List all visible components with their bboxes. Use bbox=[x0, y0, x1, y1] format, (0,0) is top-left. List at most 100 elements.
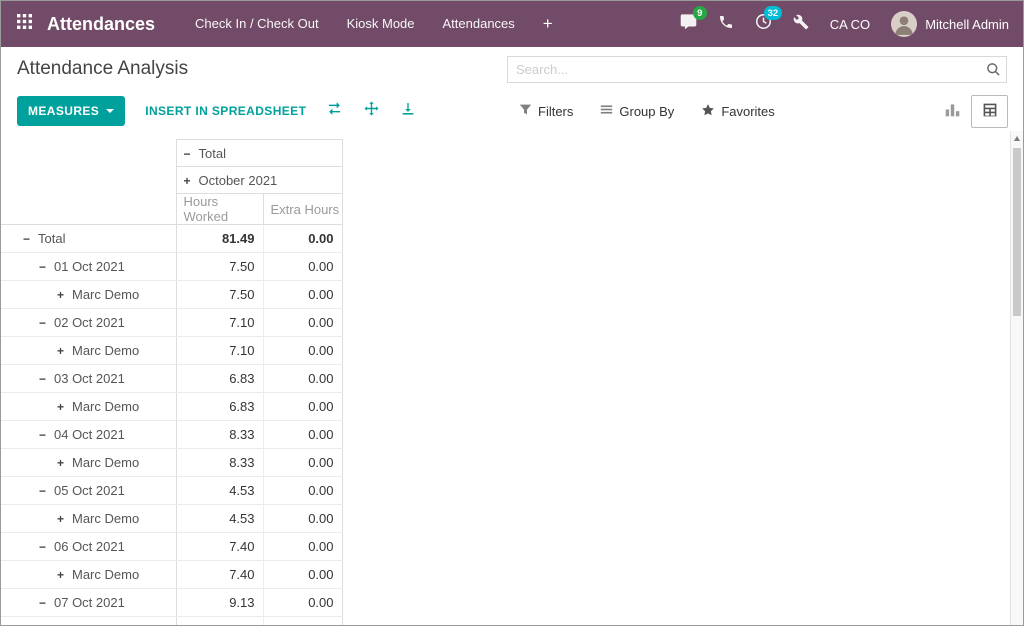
menu-check-in-out[interactable]: Check In / Check Out bbox=[181, 1, 333, 47]
cell-extra-hours[interactable]: 0.00 bbox=[263, 337, 342, 365]
fold-toggle-icon[interactable]: − bbox=[39, 316, 54, 330]
table-row[interactable]: −02 Oct 2021 7.10 0.00 bbox=[1, 309, 342, 337]
row-header[interactable]: −06 Oct 2021 bbox=[1, 533, 176, 561]
cell-hours-worked[interactable]: 7.10 bbox=[176, 309, 263, 337]
flip-axis-button[interactable] bbox=[326, 100, 343, 122]
row-header[interactable]: −05 Oct 2021 bbox=[1, 477, 176, 505]
cell-hours-worked[interactable]: 6.83 bbox=[176, 365, 263, 393]
debug-tools-button[interactable] bbox=[793, 14, 809, 35]
messages-button[interactable]: 9 bbox=[680, 13, 697, 35]
favorites-menu[interactable]: Favorites bbox=[701, 103, 774, 120]
fold-toggle-icon[interactable]: − bbox=[39, 596, 54, 610]
cell-extra-hours[interactable]: 0.00 bbox=[263, 253, 342, 281]
expand-all-button[interactable] bbox=[363, 100, 380, 122]
fold-toggle-icon[interactable]: + bbox=[57, 568, 72, 582]
cell-hours-worked[interactable]: 7.10 bbox=[176, 337, 263, 365]
cell-extra-hours[interactable]: 0.00 bbox=[263, 477, 342, 505]
column-total-header[interactable]: −Total bbox=[176, 140, 342, 167]
cell-hours-worked[interactable]: 7.40 bbox=[176, 561, 263, 589]
fold-toggle-icon[interactable]: − bbox=[23, 232, 38, 246]
fold-toggle-icon[interactable]: − bbox=[39, 540, 54, 554]
cell-hours-worked[interactable]: 8.33 bbox=[176, 421, 263, 449]
cell-extra-hours[interactable]: 0.00 bbox=[263, 281, 342, 309]
row-header[interactable]: +Marc Demo bbox=[1, 337, 176, 365]
menu-plus-button[interactable]: + bbox=[529, 1, 567, 47]
scrollbar-thumb[interactable] bbox=[1013, 148, 1021, 316]
row-header[interactable]: −07 Oct 2021 bbox=[1, 589, 176, 617]
fold-toggle-icon[interactable]: + bbox=[57, 512, 72, 526]
fold-toggle-icon[interactable]: − bbox=[39, 428, 54, 442]
measures-button[interactable]: MEASURES bbox=[17, 96, 125, 126]
row-header[interactable]: −Total bbox=[1, 225, 176, 253]
pivot-view-button[interactable] bbox=[971, 95, 1008, 128]
fold-plus-icon[interactable]: + bbox=[184, 174, 199, 188]
column-month-header[interactable]: +October 2021 bbox=[176, 167, 342, 194]
company-switcher[interactable]: CA CO bbox=[830, 17, 870, 32]
table-row[interactable]: −Total 81.49 0.00 bbox=[1, 225, 342, 253]
cell-extra-hours[interactable]: 0.00 bbox=[263, 225, 342, 253]
cell-hours-worked[interactable]: 6.83 bbox=[176, 393, 263, 421]
table-row[interactable]: −04 Oct 2021 8.33 0.00 bbox=[1, 421, 342, 449]
table-row[interactable]: +Marc Demo 6.83 0.00 bbox=[1, 393, 342, 421]
table-row[interactable]: +Marc Demo 7.40 0.00 bbox=[1, 561, 342, 589]
cell-hours-worked[interactable]: 9.13 bbox=[176, 617, 263, 626]
table-row[interactable]: −06 Oct 2021 7.40 0.00 bbox=[1, 533, 342, 561]
cell-hours-worked[interactable]: 8.33 bbox=[176, 449, 263, 477]
graph-view-button[interactable] bbox=[934, 95, 971, 128]
row-header[interactable]: −03 Oct 2021 bbox=[1, 365, 176, 393]
table-row[interactable]: +Marc Demo 7.50 0.00 bbox=[1, 281, 342, 309]
fold-toggle-icon[interactable]: − bbox=[39, 372, 54, 386]
menu-kiosk-mode[interactable]: Kiosk Mode bbox=[333, 1, 429, 47]
cell-extra-hours[interactable]: 0.00 bbox=[263, 449, 342, 477]
table-row[interactable]: −03 Oct 2021 6.83 0.00 bbox=[1, 365, 342, 393]
scroll-up-button[interactable] bbox=[1011, 131, 1023, 146]
app-title[interactable]: Attendances bbox=[47, 14, 155, 35]
cell-hours-worked[interactable]: 9.13 bbox=[176, 589, 263, 617]
row-header[interactable]: +Marc Demo bbox=[1, 505, 176, 533]
table-row[interactable]: −05 Oct 2021 4.53 0.00 bbox=[1, 477, 342, 505]
table-row[interactable]: +Marc Demo 7.10 0.00 bbox=[1, 337, 342, 365]
user-menu[interactable]: Mitchell Admin bbox=[891, 11, 1009, 37]
row-header[interactable]: −04 Oct 2021 bbox=[1, 421, 176, 449]
download-button[interactable] bbox=[400, 101, 416, 122]
table-row[interactable]: +Marc Demo 8.33 0.00 bbox=[1, 449, 342, 477]
row-header[interactable]: +Marc Demo bbox=[1, 561, 176, 589]
cell-extra-hours[interactable]: 0.00 bbox=[263, 561, 342, 589]
vertical-scrollbar[interactable] bbox=[1010, 131, 1023, 625]
menu-attendances[interactable]: Attendances bbox=[429, 1, 529, 47]
cell-extra-hours[interactable]: 0.00 bbox=[263, 393, 342, 421]
cell-hours-worked[interactable]: 7.50 bbox=[176, 281, 263, 309]
cell-hours-worked[interactable]: 7.40 bbox=[176, 533, 263, 561]
row-header[interactable]: +Marc Demo bbox=[1, 393, 176, 421]
cell-extra-hours[interactable]: 0.00 bbox=[263, 617, 342, 626]
cell-extra-hours[interactable]: 0.00 bbox=[263, 505, 342, 533]
table-row[interactable]: −01 Oct 2021 7.50 0.00 bbox=[1, 253, 342, 281]
row-header[interactable]: +Marc Demo bbox=[1, 617, 176, 626]
fold-toggle-icon[interactable]: + bbox=[57, 400, 72, 414]
row-header[interactable]: −02 Oct 2021 bbox=[1, 309, 176, 337]
row-header[interactable]: +Marc Demo bbox=[1, 449, 176, 477]
search-icon[interactable] bbox=[986, 62, 1001, 82]
measure-extra-hours-header[interactable]: Extra Hours bbox=[263, 194, 342, 225]
insert-in-spreadsheet-button[interactable]: INSERT IN SPREADSHEET bbox=[145, 104, 306, 118]
fold-toggle-icon[interactable]: + bbox=[57, 624, 72, 625]
group-by-menu[interactable]: Group By bbox=[600, 103, 674, 119]
cell-extra-hours[interactable]: 0.00 bbox=[263, 533, 342, 561]
table-row[interactable]: +Marc Demo 9.13 0.00 bbox=[1, 617, 342, 626]
table-row[interactable]: −07 Oct 2021 9.13 0.00 bbox=[1, 589, 342, 617]
row-header[interactable]: −01 Oct 2021 bbox=[1, 253, 176, 281]
cell-hours-worked[interactable]: 7.50 bbox=[176, 253, 263, 281]
activities-button[interactable]: 32 bbox=[755, 13, 772, 35]
row-header[interactable]: +Marc Demo bbox=[1, 281, 176, 309]
fold-toggle-icon[interactable]: + bbox=[57, 456, 72, 470]
search-input[interactable] bbox=[507, 56, 1007, 83]
cell-extra-hours[interactable]: 0.00 bbox=[263, 589, 342, 617]
fold-toggle-icon[interactable]: − bbox=[39, 260, 54, 274]
filters-menu[interactable]: Filters bbox=[519, 103, 573, 119]
fold-toggle-icon[interactable]: + bbox=[57, 288, 72, 302]
cell-extra-hours[interactable]: 0.00 bbox=[263, 421, 342, 449]
voip-button[interactable] bbox=[718, 14, 734, 35]
cell-hours-worked[interactable]: 4.53 bbox=[176, 477, 263, 505]
fold-toggle-icon[interactable]: + bbox=[57, 344, 72, 358]
cell-extra-hours[interactable]: 0.00 bbox=[263, 365, 342, 393]
